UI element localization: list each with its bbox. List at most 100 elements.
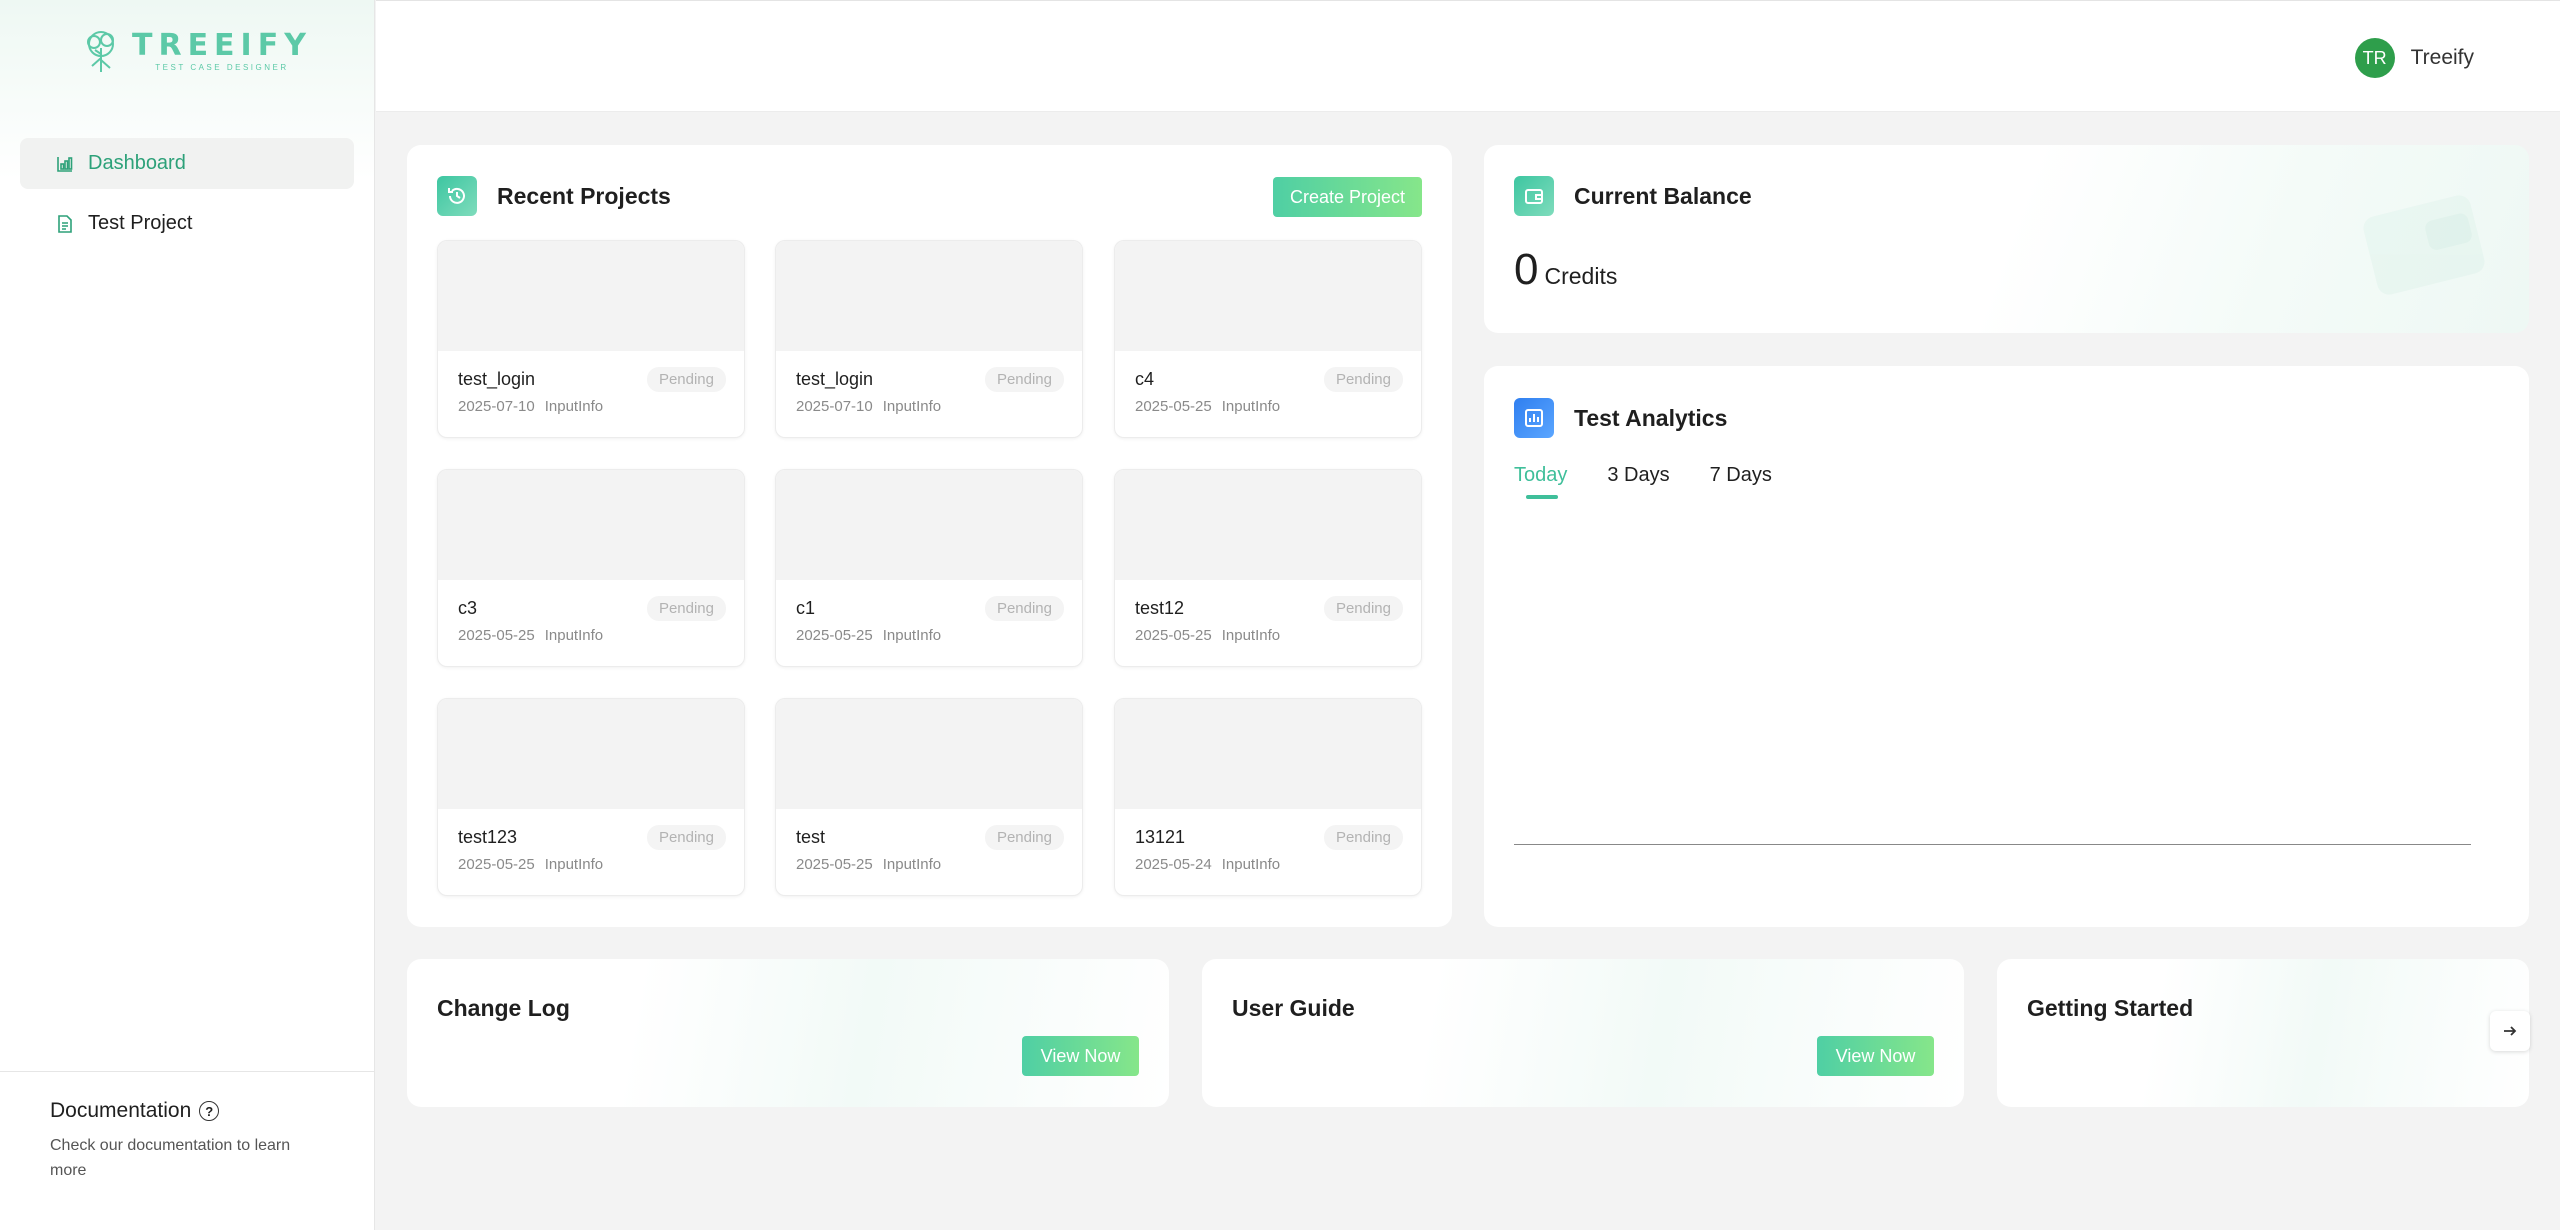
user-guide-title: User Guide bbox=[1232, 995, 1355, 1021]
documentation-panel: Documentation ? Check our documentation … bbox=[0, 1071, 375, 1230]
project-name: test_login bbox=[796, 369, 874, 389]
project-card[interactable]: test123 Pending 2025-05-25 InputInfo bbox=[437, 698, 745, 896]
documentation-link[interactable]: Documentation ? bbox=[50, 1099, 375, 1123]
tab-3-days[interactable]: 3 Days bbox=[1607, 464, 1669, 499]
change-log-title: Change Log bbox=[437, 995, 570, 1021]
project-name: c1 bbox=[796, 598, 816, 618]
user-menu[interactable]: TR Treeify bbox=[2354, 38, 2474, 78]
project-card[interactable]: c3 Pending 2025-05-25 InputInfo bbox=[437, 469, 745, 667]
project-date: 2025-05-25 bbox=[796, 627, 873, 644]
project-card[interactable]: test_login Pending 2025-07-10 InputInfo bbox=[775, 240, 1083, 438]
test-analytics-card: Test Analytics Today 3 Days 7 Days bbox=[1484, 366, 2529, 927]
project-source: InputInfo bbox=[544, 627, 604, 644]
project-thumbnail bbox=[438, 241, 744, 351]
create-project-button[interactable]: Create Project bbox=[1273, 177, 1422, 217]
project-source: InputInfo bbox=[1221, 856, 1281, 873]
change-log-view-button[interactable]: View Now bbox=[1022, 1036, 1139, 1076]
project-card[interactable]: c1 Pending 2025-05-25 InputInfo bbox=[775, 469, 1083, 667]
status-badge: Pending bbox=[984, 596, 1064, 621]
project-date: 2025-07-10 bbox=[796, 398, 873, 415]
project-name: test bbox=[796, 827, 826, 847]
status-badge: Pending bbox=[984, 825, 1064, 850]
current-balance-card: Current Balance 0 Credits bbox=[1484, 145, 2529, 333]
project-date: 2025-07-10 bbox=[458, 398, 535, 415]
document-icon bbox=[58, 214, 72, 233]
history-icon bbox=[437, 176, 477, 216]
project-thumbnail bbox=[776, 241, 1082, 351]
status-badge: Pending bbox=[984, 367, 1064, 392]
project-thumbnail bbox=[1115, 241, 1421, 351]
project-source: InputInfo bbox=[544, 856, 604, 873]
project-name: 13121 bbox=[1135, 827, 1186, 847]
project-source: InputInfo bbox=[882, 398, 942, 415]
change-log-card: Change Log View Now bbox=[407, 959, 1169, 1107]
project-thumbnail bbox=[1115, 470, 1421, 580]
project-source: InputInfo bbox=[1221, 398, 1281, 415]
project-card[interactable]: c4 Pending 2025-05-25 InputInfo bbox=[1114, 240, 1422, 438]
user-name[interactable]: Treeify bbox=[2411, 46, 2474, 70]
logo[interactable]: TREEIFY TEST CASE DESIGNER bbox=[78, 28, 312, 74]
balance-unit: Credits bbox=[1544, 263, 1618, 289]
analytics-chart-icon bbox=[1514, 398, 1554, 438]
project-source: InputInfo bbox=[882, 627, 942, 644]
recent-projects-card: Recent Projects Create Project test_logi… bbox=[407, 145, 1452, 927]
recent-projects-title: Recent Projects bbox=[497, 182, 671, 209]
sidebar-nav: Dashboard Test Project bbox=[20, 138, 354, 258]
wallet-decoration-icon bbox=[2363, 195, 2485, 295]
logo-wordmark: TREEIFY bbox=[132, 28, 312, 63]
tab-today[interactable]: Today bbox=[1514, 464, 1567, 499]
sidebar-item-label: Test Project bbox=[88, 212, 193, 234]
project-date: 2025-05-25 bbox=[1135, 627, 1212, 644]
analytics-title: Test Analytics bbox=[1574, 404, 1728, 431]
project-thumbnail bbox=[438, 699, 744, 809]
project-date: 2025-05-25 bbox=[458, 627, 535, 644]
getting-started-card: Getting Started bbox=[1997, 959, 2529, 1107]
project-card[interactable]: test12 Pending 2025-05-25 InputInfo bbox=[1114, 469, 1422, 667]
status-badge: Pending bbox=[646, 825, 726, 850]
project-date: 2025-05-25 bbox=[1135, 398, 1212, 415]
status-badge: Pending bbox=[1323, 825, 1403, 850]
documentation-title: Documentation bbox=[50, 1099, 192, 1122]
dashboard-icon bbox=[57, 156, 73, 172]
project-name: test_login bbox=[458, 369, 536, 389]
user-guide-card: User Guide View Now bbox=[1202, 959, 1964, 1107]
status-badge: Pending bbox=[1323, 596, 1403, 621]
balance-amount: 0 bbox=[1514, 245, 1539, 294]
status-badge: Pending bbox=[646, 596, 726, 621]
project-source: InputInfo bbox=[1221, 627, 1281, 644]
help-circle-icon[interactable]: ? bbox=[199, 1101, 220, 1121]
top-header: TR Treeify bbox=[376, 0, 2560, 112]
project-source: InputInfo bbox=[882, 856, 942, 873]
project-thumbnail bbox=[1115, 699, 1421, 809]
arrow-right-icon bbox=[2504, 1026, 2517, 1036]
sidebar-item-test-project[interactable]: Test Project bbox=[20, 198, 354, 249]
project-date: 2025-05-24 bbox=[1135, 856, 1212, 873]
status-badge: Pending bbox=[646, 367, 726, 392]
chart-x-axis bbox=[1514, 844, 2471, 845]
documentation-description: Check our documentation to learn more bbox=[50, 1137, 291, 1179]
getting-started-title: Getting Started bbox=[2027, 995, 2194, 1021]
tab-7-days[interactable]: 7 Days bbox=[1710, 464, 1772, 499]
sidebar-item-label: Dashboard bbox=[88, 152, 186, 174]
sidebar-item-dashboard[interactable]: Dashboard bbox=[20, 138, 354, 189]
carousel-next-button[interactable] bbox=[2490, 1011, 2530, 1051]
project-name: test123 bbox=[458, 827, 518, 847]
user-guide-view-button[interactable]: View Now bbox=[1817, 1036, 1934, 1076]
project-thumbnail bbox=[438, 470, 744, 580]
wallet-icon bbox=[1514, 176, 1554, 216]
status-badge: Pending bbox=[1323, 367, 1403, 392]
avatar[interactable]: TR bbox=[2354, 38, 2395, 78]
sidebar: TREEIFY TEST CASE DESIGNER Dashboard Tes… bbox=[0, 0, 375, 1230]
analytics-range-tabs: Today 3 Days 7 Days bbox=[1514, 464, 1772, 499]
project-card[interactable]: 13121 Pending 2025-05-24 InputInfo bbox=[1114, 698, 1422, 896]
project-date: 2025-05-25 bbox=[796, 856, 873, 873]
project-card[interactable]: test_login Pending 2025-07-10 InputInfo bbox=[437, 240, 745, 438]
project-name: c4 bbox=[1135, 369, 1155, 389]
project-date: 2025-05-25 bbox=[458, 856, 535, 873]
project-source: InputInfo bbox=[544, 398, 604, 415]
project-name: c3 bbox=[458, 598, 478, 618]
project-card[interactable]: test Pending 2025-05-25 InputInfo bbox=[775, 698, 1083, 896]
project-name: test12 bbox=[1135, 598, 1185, 618]
project-thumbnail bbox=[776, 699, 1082, 809]
project-thumbnail bbox=[776, 470, 1082, 580]
